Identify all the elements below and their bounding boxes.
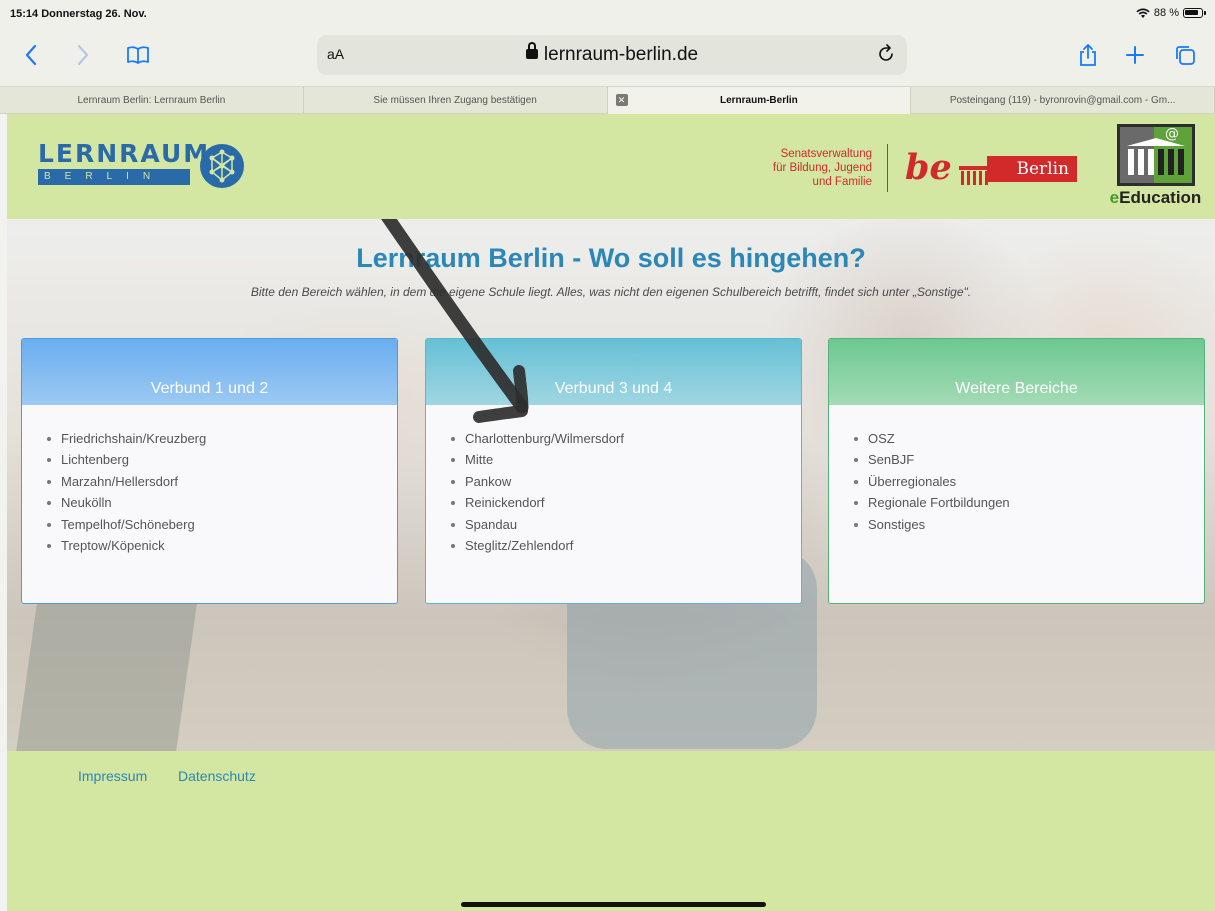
eeducation-logo[interactable]: @ eEducation xyxy=(1108,124,1203,210)
forward-button[interactable] xyxy=(66,38,100,72)
status-bar: 15:14 Donnerstag 26. Nov. 88 % xyxy=(0,0,1215,28)
tab-zugang-bestaetigen[interactable]: Sie müssen Ihren Zugang bestätigen xyxy=(304,87,608,114)
tab-title: Posteingang (119) - byronrovin@gmail.com… xyxy=(949,95,1176,106)
list-item[interactable]: Neukölln xyxy=(47,492,397,513)
card-list: Charlottenburg/Wilmersdorf Mitte Pankow … xyxy=(426,405,801,556)
tab-bar: Lernraum Berlin: Lernraum Berlin Sie müs… xyxy=(0,86,1215,114)
list-item[interactable]: Friedrichshain/Kreuzberg xyxy=(47,428,397,449)
new-tab-button[interactable] xyxy=(1118,38,1152,72)
list-item[interactable]: OSZ xyxy=(854,428,1204,449)
list-item[interactable]: Überregionales xyxy=(854,471,1204,492)
list-item[interactable]: Reinickendorf xyxy=(451,492,801,513)
home-indicator[interactable] xyxy=(461,902,766,907)
background-photo-shape xyxy=(13,579,201,751)
list-item[interactable]: Charlottenburg/Wilmersdorf xyxy=(451,428,801,449)
battery-percent: 88 % xyxy=(1153,7,1179,19)
card-list: OSZ SenBJF Überregionales Regionale Fort… xyxy=(829,405,1204,535)
share-button[interactable] xyxy=(1071,38,1105,72)
logo-sub: BERLIN xyxy=(38,169,190,185)
url-host: lernraum-berlin.de xyxy=(543,44,699,65)
tab-title: Sie müssen Ihren Zugang bestätigen xyxy=(373,95,537,106)
tabs-icon xyxy=(1176,46,1195,65)
network-globe-icon xyxy=(200,144,244,188)
brandenburg-gate-icon xyxy=(959,166,989,185)
berlin-text: Berlin xyxy=(987,156,1077,182)
eeducation-rest: Education xyxy=(1119,188,1202,207)
list-item[interactable]: Pankow xyxy=(451,471,801,492)
chevron-left-icon xyxy=(25,44,37,66)
page-title: Lernraum Berlin - Wo soll es hingehen? xyxy=(356,243,866,273)
eeducation-label: eEducation xyxy=(1108,188,1203,208)
list-item[interactable]: Treptow/Köpenick xyxy=(47,535,397,556)
card-verbund-3-4[interactable]: Verbund 3 und 4 Charlottenburg/Wilmersdo… xyxy=(425,338,802,604)
card-header[interactable]: Verbund 1 und 2 xyxy=(22,339,397,405)
wifi-icon xyxy=(1136,7,1150,18)
book-icon xyxy=(127,46,149,64)
hero-section: Lernraum Berlin - Wo soll es hingehen? B… xyxy=(7,219,1215,751)
browser-toolbar: aA lernraum-berlin.de xyxy=(0,28,1215,86)
card-header[interactable]: Verbund 3 und 4 xyxy=(426,339,801,405)
lock-icon xyxy=(525,42,538,59)
header-divider xyxy=(887,144,888,192)
list-item[interactable]: Regionale Fortbildungen xyxy=(854,492,1204,513)
senatsverwaltung-text: Senatsverwaltung für Bildung, Jugend und… xyxy=(722,147,872,189)
tab-posteingang[interactable]: Posteingang (119) - byronrovin@gmail.com… xyxy=(911,87,1215,114)
tab-title: Lernraum Berlin: Lernraum Berlin xyxy=(77,95,226,106)
eeducation-prefix: e xyxy=(1109,188,1120,207)
list-item[interactable]: Steglitz/Zehlendorf xyxy=(451,535,801,556)
senat-line: für Bildung, Jugend xyxy=(772,162,872,174)
be-berlin-logo[interactable]: be Berlin xyxy=(905,147,1080,188)
list-item[interactable]: Mitte xyxy=(451,449,801,470)
reload-icon[interactable] xyxy=(875,43,897,65)
url-host-wrap[interactable]: lernraum-berlin.de xyxy=(317,42,907,66)
site-header: LERNRAUM BERLIN Senatsverwaltung für Bil… xyxy=(7,114,1215,219)
bookmarks-button[interactable] xyxy=(121,38,155,72)
be-text: be xyxy=(905,147,952,188)
lernraum-logo[interactable]: LERNRAUM BERLIN xyxy=(38,140,258,190)
page-subtitle: Bitte den Bereich wählen, in dem die eig… xyxy=(250,285,972,299)
tabs-overview-button[interactable] xyxy=(1168,38,1202,72)
list-item[interactable]: Marzahn/Hellersdorf xyxy=(47,471,397,492)
status-time: 15:14 Donnerstag 26. Nov. xyxy=(10,8,147,20)
card-header[interactable]: Weitere Bereiche xyxy=(829,339,1204,405)
senat-line: Senatsverwaltung xyxy=(780,148,872,160)
card-list: Friedrichshain/Kreuzberg Lichtenberg Mar… xyxy=(22,405,397,556)
list-item[interactable]: Spandau xyxy=(451,514,801,535)
chevron-right-icon xyxy=(77,44,89,66)
back-button[interactable] xyxy=(14,38,48,72)
plus-icon xyxy=(1126,46,1144,64)
senat-line: und Familie xyxy=(812,176,872,188)
battery-icon xyxy=(1183,8,1206,18)
list-item[interactable]: SenBJF xyxy=(854,449,1204,470)
tab-title: Lernraum-Berlin xyxy=(719,95,798,106)
impressum-link[interactable]: Impressum xyxy=(78,768,147,784)
address-bar[interactable]: aA lernraum-berlin.de xyxy=(317,35,907,75)
close-icon[interactable]: ✕ xyxy=(615,94,628,106)
datenschutz-link[interactable]: Datenschutz xyxy=(178,768,256,784)
list-item[interactable]: Lichtenberg xyxy=(47,449,397,470)
svg-text:@: @ xyxy=(1165,126,1179,142)
list-item[interactable]: Tempelhof/Schöneberg xyxy=(47,514,397,535)
share-icon xyxy=(1080,44,1096,66)
card-weitere-bereiche[interactable]: Weitere Bereiche OSZ SenBJF Überregional… xyxy=(828,338,1205,604)
list-item[interactable]: Sonstiges xyxy=(854,514,1204,535)
tab-lernraum-berlin-login[interactable]: Lernraum Berlin: Lernraum Berlin xyxy=(0,87,304,114)
site-footer: Impressum Datenschutz xyxy=(7,751,1215,911)
status-right: 88 % xyxy=(1136,7,1206,19)
card-verbund-1-2[interactable]: Verbund 1 und 2 Friedrichshain/Kreuzberg… xyxy=(21,338,398,604)
tab-lernraum-berlin[interactable]: ✕ Lernraum-Berlin xyxy=(607,87,912,114)
building-icon: @ xyxy=(1117,124,1195,186)
